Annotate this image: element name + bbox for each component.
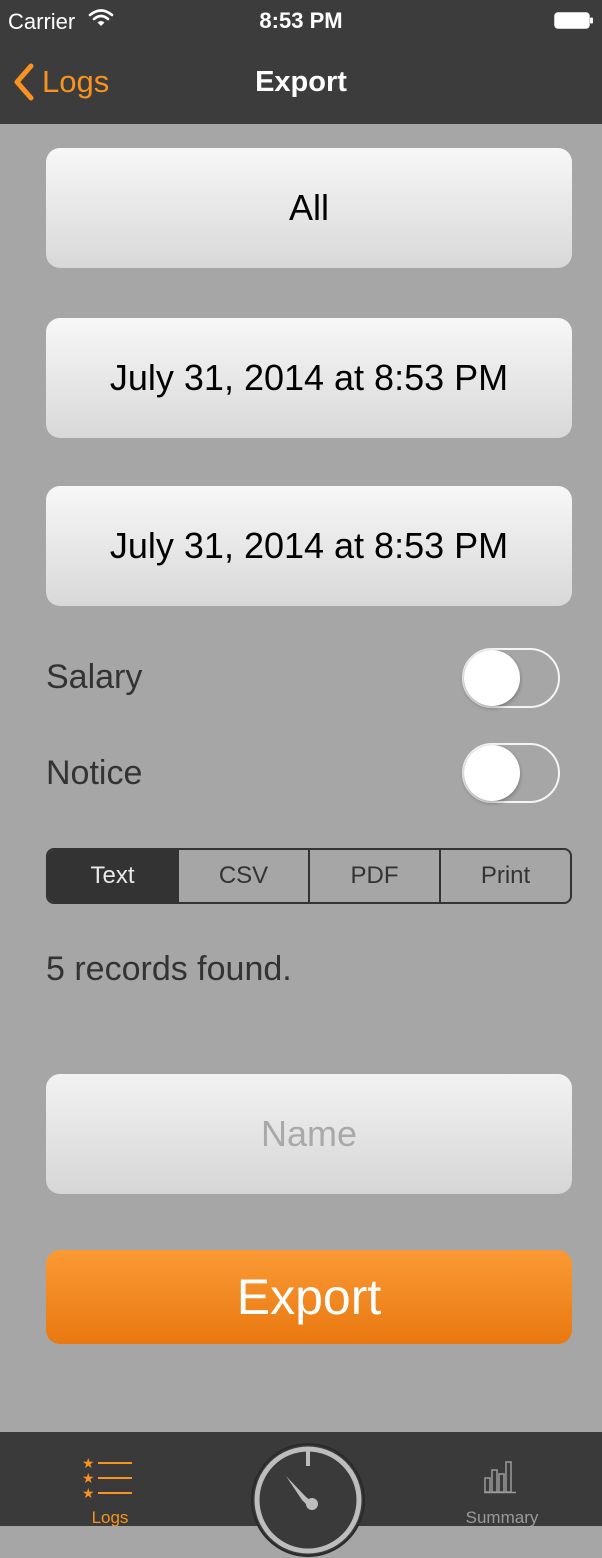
salary-switch-label: Salary <box>46 658 143 696</box>
page-title: Export <box>255 66 347 98</box>
start-date-button[interactable]: July 31, 2014 at 8:53 PM <box>46 318 572 438</box>
segment-print[interactable]: Print <box>439 850 570 902</box>
tab-summary[interactable]: Summary <box>458 1432 558 1526</box>
toggle-knob <box>464 745 520 801</box>
tab-logs[interactable]: ★ ★ ★ Logs <box>60 1432 150 1526</box>
svg-text:★: ★ <box>82 1486 95 1502</box>
tab-logs-label: Logs <box>91 1508 129 1526</box>
tab-summary-label: Summary <box>465 1508 539 1526</box>
bar-chart-icon <box>484 1461 516 1494</box>
svg-text:★: ★ <box>82 1471 95 1487</box>
export-button[interactable]: Export <box>46 1250 572 1344</box>
notice-switch-label: Notice <box>46 754 143 792</box>
stopwatch-icon[interactable] <box>250 1442 366 1558</box>
notice-toggle[interactable] <box>462 743 560 803</box>
name-field[interactable] <box>46 1074 572 1194</box>
end-date-button[interactable]: July 31, 2014 at 8:53 PM <box>46 486 572 606</box>
top-bar: Carrier 8:53 PM Logs Export <box>0 0 602 124</box>
segment-pdf[interactable]: PDF <box>308 850 439 902</box>
format-segmented-control: Text CSV PDF Print <box>46 848 572 904</box>
segment-csv[interactable]: CSV <box>177 850 308 902</box>
status-time: 8:53 PM <box>259 8 343 33</box>
battery-icon <box>554 12 593 29</box>
records-count-text: 5 records found. <box>46 950 292 988</box>
status-bar: Carrier 8:53 PM <box>0 0 602 40</box>
segment-text[interactable]: Text <box>48 850 177 902</box>
svg-text:★: ★ <box>82 1456 95 1472</box>
scope-select-button[interactable]: All <box>46 148 572 268</box>
toggle-knob <box>464 650 520 706</box>
salary-toggle[interactable] <box>462 648 560 708</box>
list-stars-icon: ★ ★ ★ <box>82 1456 132 1502</box>
